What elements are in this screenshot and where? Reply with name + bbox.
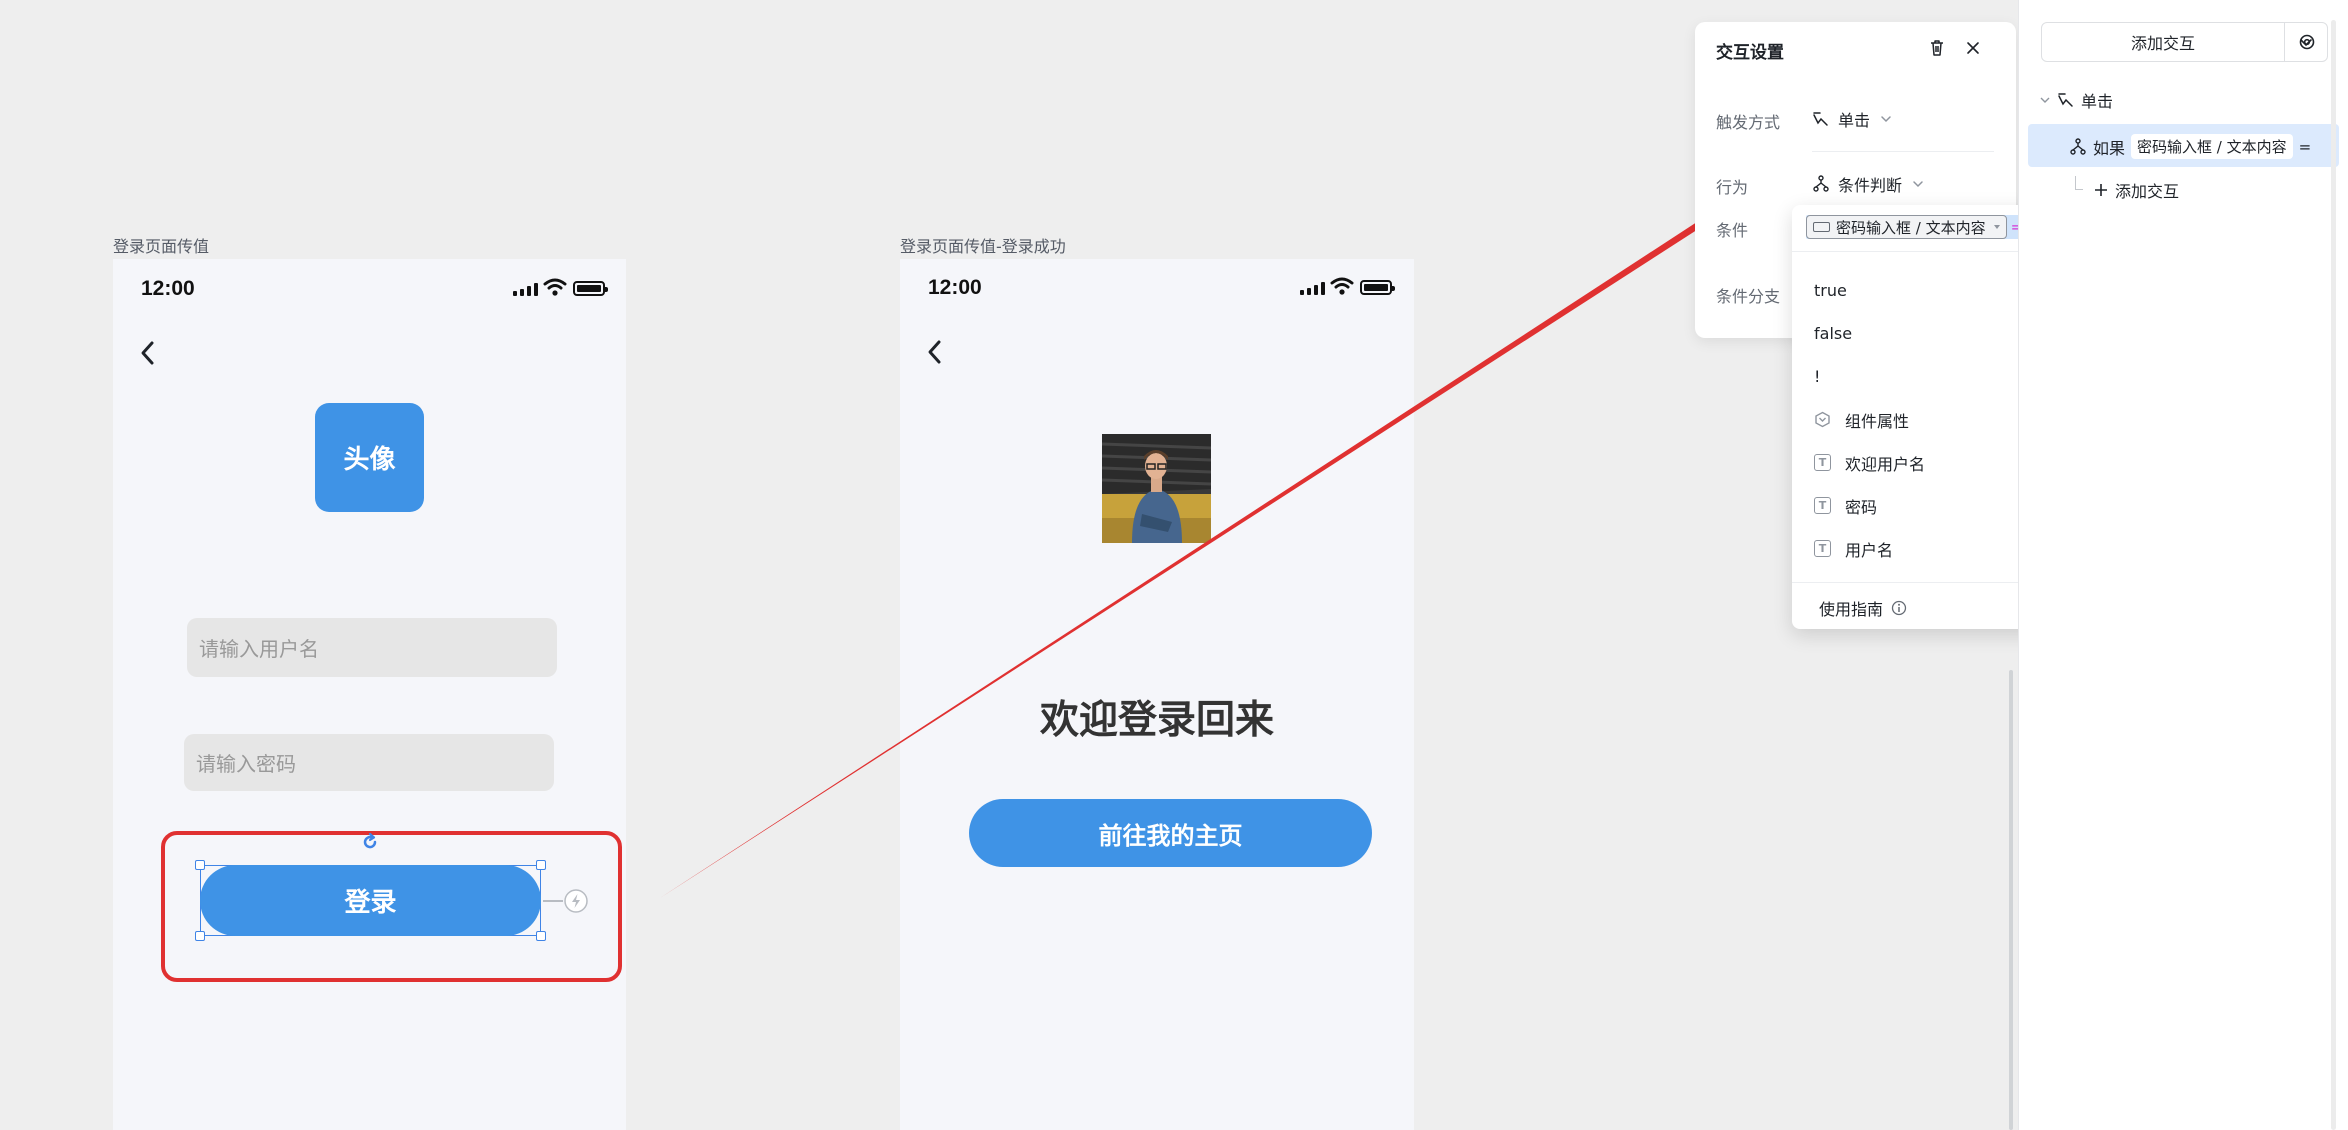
tree-if-chip: 密码输入框 / 文本内容 [2131, 134, 2293, 159]
frame-title-success[interactable]: 登录页面传值-登录成功 [900, 233, 1066, 257]
suggestion-label: false [1814, 324, 1853, 343]
rotate-icon[interactable] [360, 832, 380, 852]
tree-trigger-label: 单击 [2081, 92, 2114, 111]
branch-label: 条件分支 [1716, 287, 1781, 306]
tree-connector [2075, 176, 2083, 190]
login-button[interactable]: 登录 [200, 865, 541, 936]
close-icon[interactable] [1965, 40, 1981, 56]
action-value: 条件判断 [1838, 176, 1903, 195]
suggestion-label: 密码 [1845, 497, 1878, 517]
chevron-down-icon [1881, 116, 1891, 123]
branch-icon [2070, 137, 2086, 155]
back-arrow-icon[interactable] [137, 339, 159, 367]
condition-label: 条件 [1716, 221, 1749, 240]
status-time: 12:00 [928, 276, 982, 299]
right-sidebar: 添加交互 单击 如果 密码输入框 / 文本内容 = 添加交互 [2009, 0, 2348, 1130]
canvas-scrollbar[interactable] [2009, 670, 2013, 1130]
user-photo [1102, 434, 1211, 543]
action-select[interactable]: 条件判断 [1812, 172, 1926, 196]
tree-if-operator: = [2298, 137, 2312, 156]
info-icon [1891, 600, 1907, 616]
tree-if-label: 如果 [2093, 138, 2126, 158]
guide-label: 使用指南 [1819, 600, 1884, 619]
avatar-placeholder: 头像 [315, 403, 424, 512]
frame-title-login[interactable]: 登录页面传值 [113, 233, 209, 257]
trash-icon[interactable] [1927, 38, 1947, 58]
login-phone-frame[interactable]: 12:00 头像 请输入用户名 请输入密码 [113, 259, 626, 1130]
battery-icon [573, 281, 608, 296]
chevron-down-icon [1913, 181, 1923, 188]
text-icon: T [1814, 497, 1831, 514]
status-time: 12:00 [141, 277, 195, 300]
add-interaction-button[interactable]: 添加交互 [2041, 22, 2285, 62]
trigger-label: 触发方式 [1716, 113, 1781, 132]
tree-if-node[interactable]: 如果 密码输入框 / 文本内容 = [2069, 134, 2311, 159]
divider [1812, 151, 1994, 152]
usage-guide-link[interactable]: 使用指南 [1819, 596, 1907, 620]
resize-handle-bottom-right[interactable] [536, 931, 546, 941]
tree-add-label: 添加交互 [2115, 182, 2180, 201]
settings-icon[interactable] [2297, 32, 2317, 52]
trigger-select[interactable]: 单击 [1812, 107, 1894, 131]
interaction-connector-line [543, 900, 563, 902]
tree-trigger-node[interactable]: 单击 [2039, 88, 2113, 112]
click-icon [1813, 112, 1828, 126]
battery-icon [1360, 280, 1395, 295]
branch-icon [1813, 175, 1829, 192]
text-icon: T [1814, 454, 1831, 471]
resize-handle-top-left[interactable] [195, 860, 205, 870]
username-input[interactable]: 请输入用户名 [187, 618, 557, 677]
sidebar-scrollbar-track [2331, 20, 2336, 1130]
suggestion-label: true [1814, 281, 1847, 300]
chip-text: 密码输入框 / 文本内容 [1836, 218, 1986, 237]
back-arrow-icon[interactable] [924, 338, 946, 366]
resize-handle-bottom-left[interactable] [195, 931, 205, 941]
text-icon: T [1814, 540, 1831, 557]
wifi-icon [543, 278, 567, 296]
caret-down-icon [1993, 225, 2000, 229]
action-label: 行为 [1716, 178, 1749, 197]
suggestion-label: 欢迎用户名 [1845, 454, 1926, 474]
input-field-icon [1813, 222, 1830, 232]
password-input[interactable]: 请输入密码 [184, 734, 554, 791]
suggestion-label: ! [1814, 367, 1821, 386]
tree-add-interaction[interactable]: 添加交互 [2093, 178, 2179, 202]
click-icon [2058, 93, 2073, 107]
signal-icon [1300, 282, 1325, 295]
signal-icon [513, 283, 538, 296]
success-phone-frame[interactable]: 12:00 欢迎登录回来 前往我的主页 [900, 259, 1414, 1130]
wifi-icon [1330, 277, 1354, 295]
chevron-down-icon [2040, 97, 2050, 103]
suggestion-label: 组件属性 [1845, 411, 1910, 431]
condition-variable-chip[interactable]: 密码输入框 / 文本内容 [1806, 215, 2007, 239]
suggestion-label: 用户名 [1845, 540, 1894, 560]
home-button[interactable]: 前往我的主页 [969, 799, 1372, 867]
lightning-icon[interactable] [563, 888, 589, 914]
trigger-value: 单击 [1838, 111, 1871, 130]
plus-icon [2095, 184, 2107, 196]
panel-title: 交互设置 [1716, 43, 1784, 63]
component-icon [1815, 411, 1830, 428]
resize-handle-top-right[interactable] [536, 860, 546, 870]
spacer [2021, 0, 2022, 1]
welcome-heading: 欢迎登录回来 [1039, 698, 1274, 743]
